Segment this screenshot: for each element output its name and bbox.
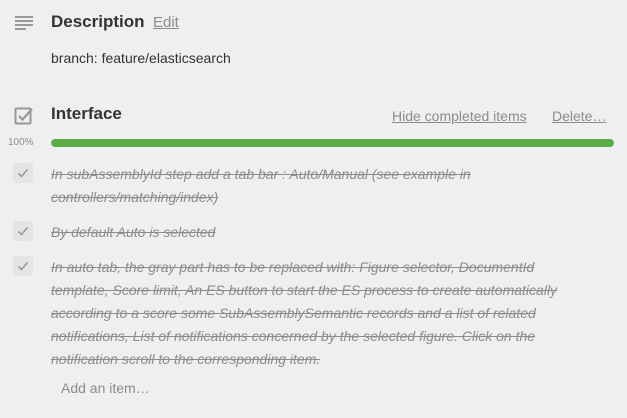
description-text: branch: feature/elasticsearch xyxy=(51,50,231,66)
description-icon xyxy=(15,15,33,31)
item-text[interactable]: In subAssemblyId step add a tab bar : Au… xyxy=(51,163,591,209)
checkmark-icon xyxy=(17,226,29,236)
item-checkbox[interactable] xyxy=(13,221,33,241)
item-checkbox[interactable] xyxy=(13,256,33,276)
checkmark-icon xyxy=(17,168,29,178)
item-checkbox[interactable] xyxy=(13,163,33,183)
checkmark-icon xyxy=(17,261,29,271)
checklist-icon xyxy=(14,106,34,126)
item-text[interactable]: In auto tab, the gray part has to be rep… xyxy=(51,256,591,371)
hide-completed-items-link[interactable]: Hide completed items xyxy=(392,108,527,124)
progress-bar-fill xyxy=(51,139,614,147)
progress-bar xyxy=(51,139,614,147)
item-text[interactable]: By default Auto is selected xyxy=(51,221,591,244)
checklist-title: Interface xyxy=(51,104,122,123)
edit-description-link[interactable]: Edit xyxy=(153,14,179,31)
description-title: Description xyxy=(51,12,145,31)
progress-percent: 100% xyxy=(8,137,34,148)
add-item-button[interactable]: Add an item… xyxy=(61,380,150,396)
delete-checklist-link[interactable]: Delete… xyxy=(552,108,606,124)
